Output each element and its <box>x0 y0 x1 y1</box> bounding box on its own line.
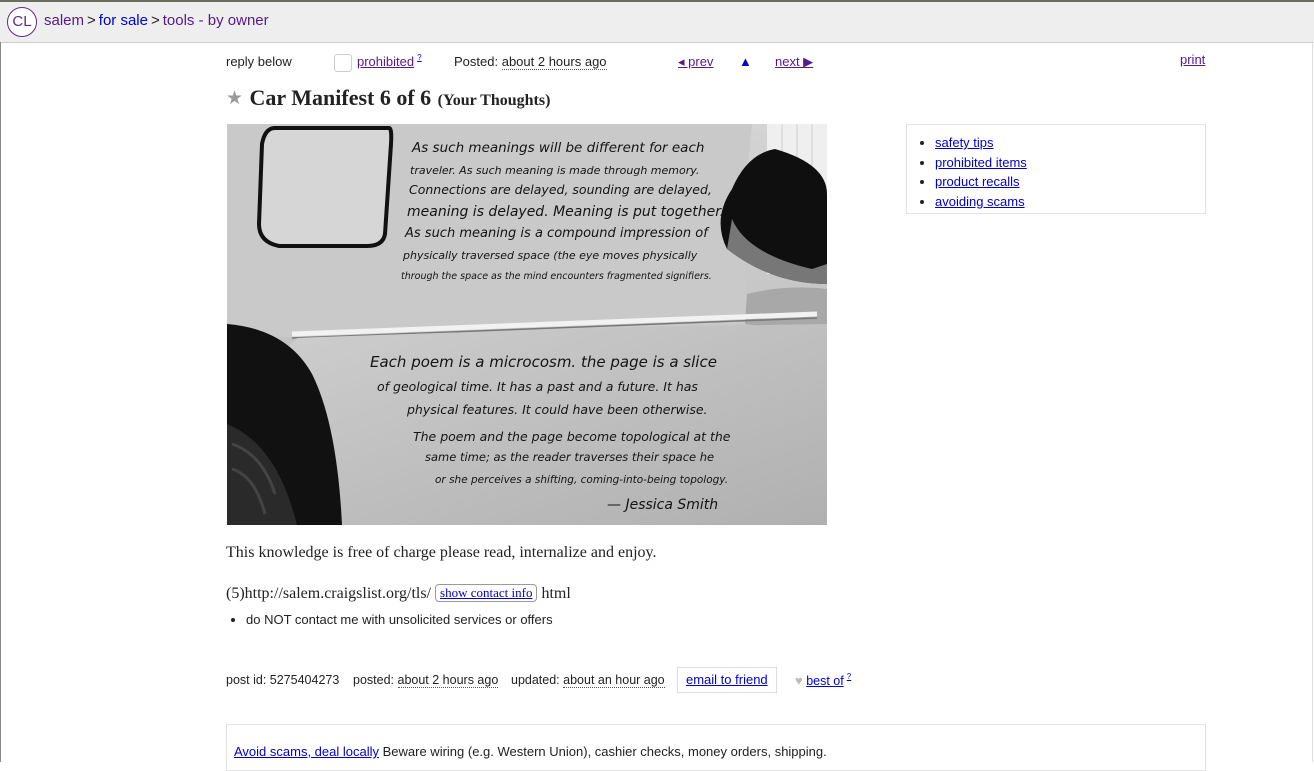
prev-link[interactable]: ◂ prev <box>678 54 713 70</box>
posted-label: Posted: <box>454 54 499 69</box>
signature: — Jessica Smith <box>607 497 718 513</box>
avoiding-scams-link[interactable]: avoiding scams <box>935 194 1025 209</box>
posting-body: This knowledge is free of charge please … <box>226 544 657 561</box>
handwriting-line: meaning is delayed. Meaning is put toget… <box>407 204 724 220</box>
top-stripe <box>0 0 1314 2</box>
flag-prohibited-link[interactable]: prohibited <box>357 54 414 69</box>
breadcrumb-subcategory[interactable]: tools - by owner <box>163 12 269 29</box>
handwriting-line: Connections are delayed, sounding are de… <box>409 182 712 197</box>
handwriting-line: Each poem is a microcosm. the page is a … <box>370 353 717 371</box>
best-of-help-link[interactable]: ? <box>847 672 851 681</box>
posting-nav: reply below prohibited? Posted: about 2 … <box>226 52 1206 74</box>
prohibited-items-link[interactable]: prohibited items <box>935 155 1027 170</box>
flag-help-link[interactable]: ? <box>417 53 421 62</box>
post-title: Car Manifest 6 of 6 <box>249 85 432 110</box>
breadcrumb-category[interactable]: for sale <box>99 12 148 29</box>
handwriting-line: As such meaning is a compound impression… <box>404 226 710 241</box>
safety-list-item: safety tips <box>935 133 1027 153</box>
posted-time: about 2 hours ago <box>501 54 607 70</box>
handwriting-line: As such meanings will be different for e… <box>411 140 704 156</box>
safety-list-item: avoiding scams <box>935 192 1027 212</box>
best-of-link[interactable]: best of <box>806 674 844 688</box>
handwriting-line: The poem and the page become topological… <box>413 429 731 444</box>
url-suffix: html <box>541 585 571 602</box>
breadcrumb: salem > for sale > tools - by owner <box>44 12 269 29</box>
posted-time: about 2 hours ago <box>397 673 499 688</box>
handwriting-line: same time; as the reader traverses their… <box>425 450 714 464</box>
safety-list-item: prohibited items <box>935 153 1027 173</box>
safety-links-box: safety tips prohibited items product rec… <box>906 124 1206 214</box>
scam-warning-text: Beware wiring (e.g. Western Union), cash… <box>379 744 827 759</box>
show-contact-button[interactable]: show contact info <box>435 584 538 602</box>
handwriting-line: physical features. It could have been ot… <box>406 402 708 417</box>
posted-label: posted: <box>353 673 395 687</box>
url-prefix: (5)http://salem.craigslist.org/tls/ <box>226 585 432 602</box>
next-link[interactable]: next ▶ <box>775 54 813 70</box>
safety-tips-link[interactable]: safety tips <box>935 135 994 150</box>
handwriting-line: through the space as the mind encounters… <box>401 271 712 282</box>
post-subtitle: (Your Thoughts) <box>437 92 551 109</box>
breadcrumb-separator: > <box>150 12 160 29</box>
heart-icon[interactable]: ♥ <box>795 673 803 688</box>
flag-checkbox[interactable] <box>334 54 352 72</box>
safety-list-item: product recalls <box>935 172 1027 192</box>
post-info-row: post id: 5275404273 posted: about 2 hour… <box>226 667 926 696</box>
updated-label: updated: <box>511 673 560 687</box>
reply-below-label: reply below <box>226 54 292 69</box>
handwriting-line: physically traversed space (the eye move… <box>402 249 698 262</box>
car-photo-illustration: As such meanings will be different for e… <box>227 124 827 525</box>
updated-time: about an hour ago <box>563 673 665 688</box>
craigslist-logo[interactable]: CL <box>7 7 37 37</box>
up-arrow-icon[interactable]: ▲ <box>739 54 752 69</box>
email-to-friend-button[interactable]: email to friend <box>677 667 777 693</box>
breadcrumb-city[interactable]: salem <box>44 12 84 29</box>
posting-title: ★ Car Manifest 6 of 6 (Your Thoughts) <box>226 85 550 111</box>
print-link[interactable]: print <box>1180 52 1205 67</box>
handwriting-line: traveler. As such meaning is made throug… <box>410 164 699 177</box>
notices-list: do NOT contact me with unsolicited servi… <box>226 612 553 627</box>
right-border <box>1312 42 1313 762</box>
handwriting-line: or she perceives a shifting, coming-into… <box>435 474 728 486</box>
star-icon[interactable]: ★ <box>226 88 243 109</box>
posting-url-line: (5)http://salem.craigslist.org/tls/show … <box>226 584 571 603</box>
left-border <box>0 42 1 762</box>
post-id: post id: 5275404273 <box>226 673 340 687</box>
product-recalls-link[interactable]: product recalls <box>935 174 1020 189</box>
scam-notice: Avoid scams, deal locally Beware wiring … <box>226 724 1206 771</box>
posting-photo[interactable]: As such meanings will be different for e… <box>227 124 827 525</box>
notice-item: do NOT contact me with unsolicited servi… <box>246 612 553 627</box>
handwriting-line: of geological time. It has a past and a … <box>377 379 698 394</box>
avoid-scams-link[interactable]: Avoid scams, deal locally <box>234 744 379 759</box>
breadcrumb-separator: > <box>87 12 96 29</box>
top-bar: CL salem > for sale > tools - by owner <box>0 0 1314 43</box>
